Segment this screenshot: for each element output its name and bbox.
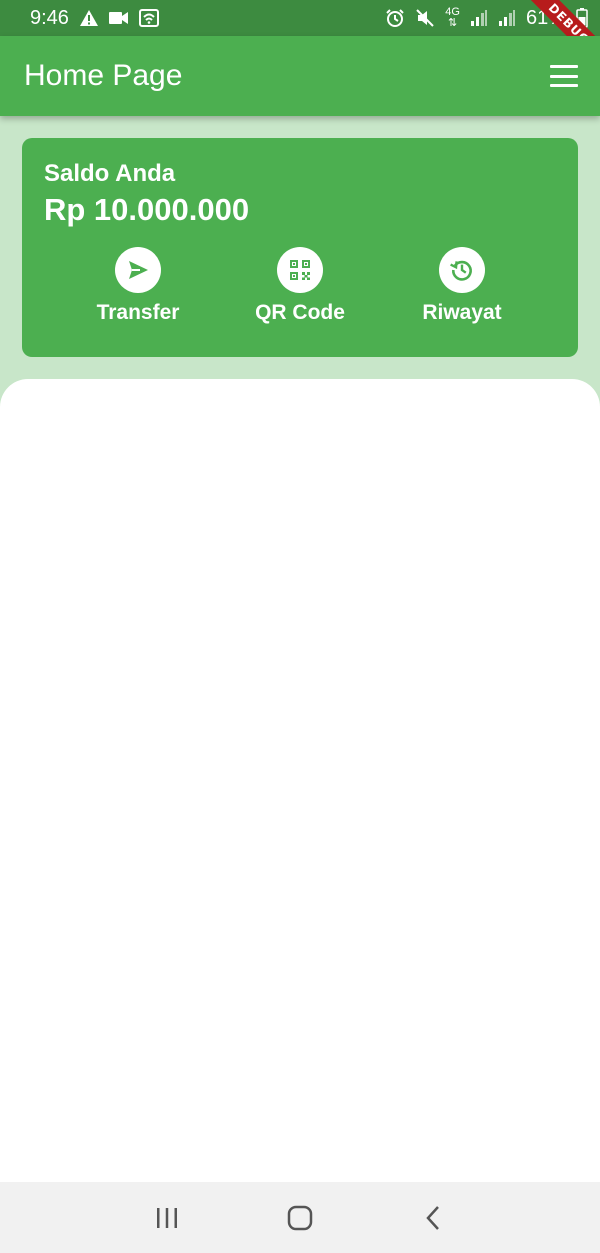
back-icon[interactable] — [403, 1193, 463, 1243]
history-button[interactable]: Riwayat — [381, 247, 543, 325]
network-type-label: 4G ⇅ — [445, 6, 460, 29]
qr-code-label: QR Code — [255, 301, 345, 324]
app-bar: Home Page — [0, 36, 600, 116]
warning-icon — [79, 9, 99, 27]
qr-code-button[interactable]: QR Code — [219, 247, 381, 325]
recent-apps-icon[interactable] — [137, 1193, 197, 1243]
signal-icon — [470, 9, 488, 27]
history-label: Riwayat — [422, 301, 502, 324]
balance-label: Saldo Anda — [44, 160, 176, 187]
history-icon — [439, 247, 485, 293]
balance-card: Saldo Anda Rp 10.000.000 Transfer QR Cod… — [22, 138, 578, 357]
hamburger-menu-icon[interactable] — [550, 65, 578, 87]
mute-icon — [415, 8, 435, 28]
balance-amount: Rp 10.000.000 — [44, 192, 250, 227]
action-row: Transfer QR Code Riwayat — [22, 247, 578, 325]
signal-icon — [498, 9, 516, 27]
alarm-icon — [385, 8, 405, 28]
transfer-label: Transfer — [96, 301, 180, 324]
send-icon — [115, 247, 161, 293]
page-title: Home Page — [24, 59, 183, 92]
status-time: 9:46 — [30, 6, 69, 29]
content-sheet — [0, 379, 600, 1182]
qr-code-icon — [277, 247, 323, 293]
transfer-button[interactable]: Transfer — [57, 247, 219, 325]
system-nav-bar — [0, 1182, 600, 1253]
wifi-icon — [138, 9, 159, 27]
status-bar: 9:46 4G ⇅ 61% DEBUG — [0, 0, 600, 36]
video-icon — [108, 11, 129, 25]
home-icon[interactable] — [270, 1193, 330, 1243]
